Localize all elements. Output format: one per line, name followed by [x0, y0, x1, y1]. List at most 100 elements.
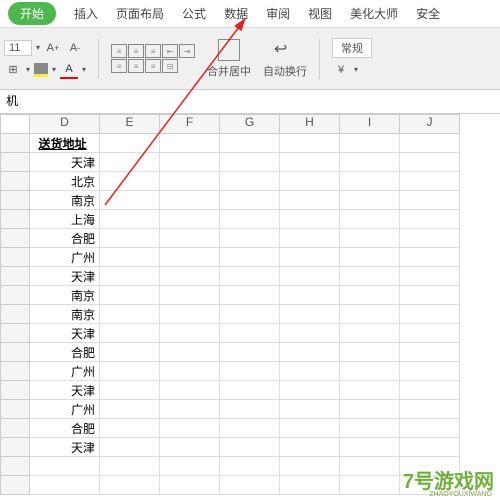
- align-right-button[interactable]: ≡: [145, 59, 161, 73]
- cell[interactable]: [220, 457, 280, 476]
- cell[interactable]: [100, 191, 160, 210]
- cell[interactable]: [340, 172, 400, 191]
- cell[interactable]: [220, 134, 280, 153]
- cell[interactable]: 天津: [30, 381, 100, 400]
- cell[interactable]: [340, 305, 400, 324]
- column-header[interactable]: F: [160, 114, 220, 134]
- cell[interactable]: [160, 210, 220, 229]
- cell[interactable]: [280, 286, 340, 305]
- cell[interactable]: [160, 400, 220, 419]
- column-header[interactable]: E: [100, 114, 160, 134]
- cell[interactable]: 南京: [30, 286, 100, 305]
- cell[interactable]: [220, 210, 280, 229]
- cell[interactable]: [400, 267, 460, 286]
- cell[interactable]: [100, 324, 160, 343]
- cell[interactable]: [280, 324, 340, 343]
- cell[interactable]: [340, 362, 400, 381]
- row-header[interactable]: [0, 267, 30, 286]
- cell[interactable]: [400, 305, 460, 324]
- cell[interactable]: [340, 476, 400, 495]
- cell[interactable]: [220, 286, 280, 305]
- cell[interactable]: [160, 343, 220, 362]
- font-color-button[interactable]: A: [60, 61, 78, 79]
- cell[interactable]: [160, 229, 220, 248]
- cell[interactable]: [220, 153, 280, 172]
- cell[interactable]: [280, 191, 340, 210]
- cell[interactable]: 天津: [30, 438, 100, 457]
- cell[interactable]: [280, 343, 340, 362]
- cell[interactable]: [100, 476, 160, 495]
- cell[interactable]: [100, 172, 160, 191]
- cell[interactable]: [160, 191, 220, 210]
- cell[interactable]: [340, 229, 400, 248]
- row-header[interactable]: [0, 400, 30, 419]
- row-header[interactable]: [0, 362, 30, 381]
- cell[interactable]: [100, 305, 160, 324]
- row-header[interactable]: [0, 419, 30, 438]
- merge-split-button[interactable]: ⊟: [162, 59, 178, 73]
- currency-button[interactable]: ¥: [332, 61, 350, 79]
- cell[interactable]: 南京: [30, 191, 100, 210]
- cell[interactable]: [400, 324, 460, 343]
- cell[interactable]: [400, 229, 460, 248]
- column-header[interactable]: D: [30, 114, 100, 134]
- tab-formula[interactable]: 公式: [182, 5, 206, 22]
- row-header[interactable]: [0, 457, 30, 476]
- row-header[interactable]: [0, 210, 30, 229]
- row-header[interactable]: [0, 229, 30, 248]
- cell[interactable]: [100, 362, 160, 381]
- cell[interactable]: [400, 153, 460, 172]
- cell[interactable]: [220, 172, 280, 191]
- row-header[interactable]: [0, 476, 30, 495]
- cell[interactable]: [220, 191, 280, 210]
- cell[interactable]: [280, 267, 340, 286]
- cell[interactable]: [220, 419, 280, 438]
- cell[interactable]: [100, 267, 160, 286]
- cell[interactable]: [280, 210, 340, 229]
- cell[interactable]: 合肥: [30, 419, 100, 438]
- tab-insert[interactable]: 插入: [74, 5, 98, 22]
- cell[interactable]: [100, 419, 160, 438]
- cell-header[interactable]: 送货地址: [30, 134, 100, 153]
- cell[interactable]: [160, 134, 220, 153]
- tab-security[interactable]: 安全: [416, 5, 440, 22]
- cell[interactable]: [220, 267, 280, 286]
- cell[interactable]: [160, 248, 220, 267]
- cell[interactable]: [280, 381, 340, 400]
- cell[interactable]: [280, 419, 340, 438]
- cell[interactable]: 广州: [30, 248, 100, 267]
- row-header[interactable]: [0, 343, 30, 362]
- cell[interactable]: [100, 153, 160, 172]
- cell[interactable]: [400, 210, 460, 229]
- fill-color-button[interactable]: [34, 63, 48, 77]
- cell[interactable]: [100, 134, 160, 153]
- cell[interactable]: [220, 248, 280, 267]
- cell[interactable]: [160, 419, 220, 438]
- cell[interactable]: [340, 400, 400, 419]
- align-middle-button[interactable]: ≡: [128, 44, 144, 58]
- cell[interactable]: [280, 305, 340, 324]
- row-header[interactable]: [0, 324, 30, 343]
- cell[interactable]: [220, 381, 280, 400]
- cell[interactable]: [100, 343, 160, 362]
- cell[interactable]: [280, 172, 340, 191]
- cell[interactable]: [100, 248, 160, 267]
- row-header[interactable]: [0, 438, 30, 457]
- row-header[interactable]: [0, 286, 30, 305]
- merge-center-button[interactable]: 合并居中: [207, 39, 251, 79]
- cell[interactable]: 上海: [30, 210, 100, 229]
- cell[interactable]: [100, 229, 160, 248]
- cell[interactable]: [400, 343, 460, 362]
- cell[interactable]: [280, 134, 340, 153]
- tab-review[interactable]: 审阅: [266, 5, 290, 22]
- row-header[interactable]: [0, 153, 30, 172]
- cell[interactable]: [340, 153, 400, 172]
- cell[interactable]: [280, 438, 340, 457]
- dropdown-icon[interactable]: ▾: [36, 43, 40, 52]
- cell[interactable]: [160, 476, 220, 495]
- cell[interactable]: [220, 229, 280, 248]
- wrap-text-button[interactable]: ↩ 自动换行: [263, 39, 307, 79]
- cell[interactable]: [280, 362, 340, 381]
- increase-font-button[interactable]: A+: [44, 39, 62, 57]
- cell[interactable]: 广州: [30, 362, 100, 381]
